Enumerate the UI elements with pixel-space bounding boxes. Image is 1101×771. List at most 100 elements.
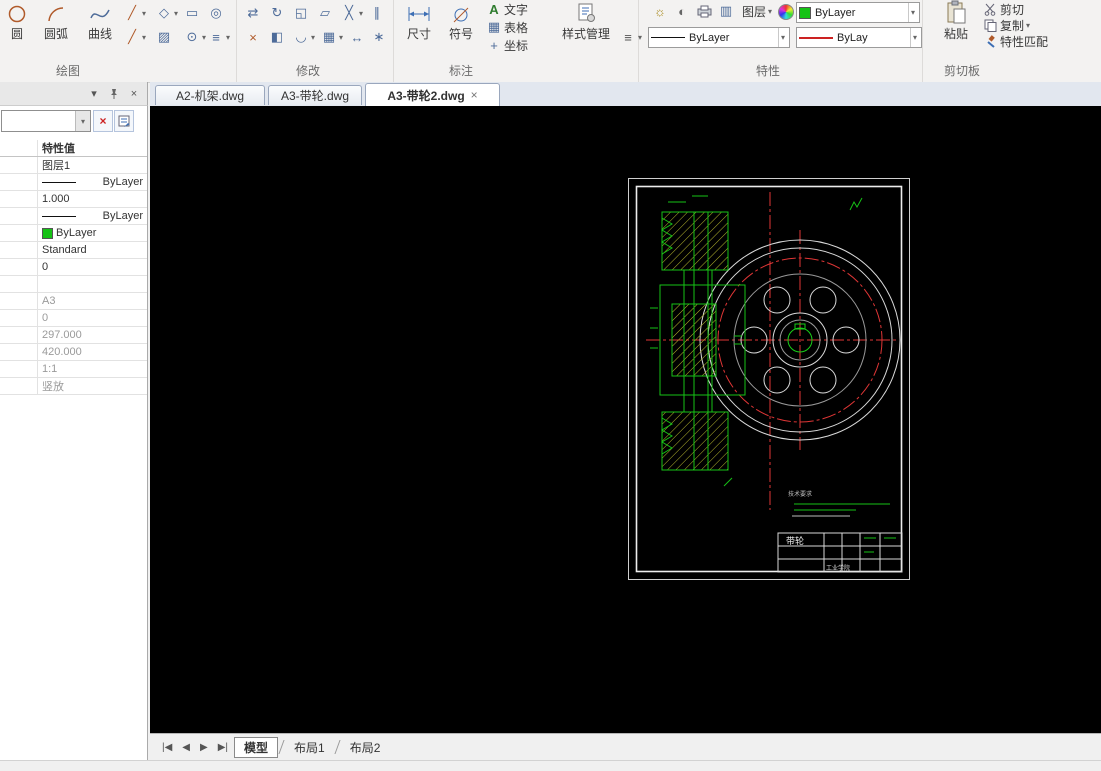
property-value-cell: ByLayer (38, 176, 147, 188)
linetype-control-combo[interactable]: ByLayer ▾ (648, 27, 790, 48)
last-tab-button[interactable]: ▶| (214, 742, 232, 753)
match-properties-button[interactable]: 特性匹配 (982, 32, 1048, 50)
doc-tab-a3-dailun2-active[interactable]: A3-带轮2.dwg × (365, 83, 500, 106)
property-row-lineweight[interactable]: ByLayer (0, 208, 147, 225)
spline-label: 曲线 (87, 27, 112, 41)
array-tool-button[interactable]: ▦ ▾ (321, 28, 343, 46)
fillet-icon: ◡ (295, 29, 307, 44)
style-manager-icon (576, 0, 596, 24)
dropdown-icon: ▾ (311, 32, 316, 42)
palette-dock-button[interactable]: ▾ (87, 87, 101, 101)
copy-tool-button[interactable]: ▱ (317, 4, 333, 22)
offset-tool-button[interactable]: ∥ (369, 4, 385, 22)
properties-group-label: 特性 (756, 64, 781, 78)
coordinate-label: 坐标 (504, 38, 529, 53)
dropdown-icon: ▾ (174, 8, 179, 18)
property-name-cell (0, 276, 38, 292)
properties-palette: ▾ × 特性值 图层1 ByLayer 1.000 ByLayer ByLaye… (0, 106, 148, 760)
spline-button[interactable]: 曲线 (80, 0, 120, 42)
stretch-tool-button[interactable]: ↔ (349, 28, 365, 46)
symbol-button[interactable]: 符号 (442, 0, 480, 42)
doc-tab-close-icon[interactable]: × (471, 88, 478, 102)
palette-pin-button[interactable] (107, 87, 121, 101)
text-icon: A (489, 1, 499, 17)
property-row-linetype[interactable]: ByLayer (0, 174, 147, 191)
property-row-linetype-scale[interactable]: 1.000 (0, 191, 147, 208)
rotate-tool-button[interactable]: ↻ (269, 4, 285, 22)
red-x-icon: × (99, 114, 107, 128)
paste-button[interactable]: 粘贴 (936, 0, 976, 42)
mirror-tool-button[interactable]: ◧ (269, 28, 285, 46)
style-manager-button[interactable]: 样式管理 (557, 0, 615, 42)
point-tool-button[interactable]: ⊙ ▾ (184, 28, 206, 46)
next-tab-button[interactable]: ▶ (196, 742, 212, 753)
doc-tab-a2-jijia[interactable]: A2-机架.dwg (155, 85, 265, 105)
property-row-style[interactable]: Standard (0, 242, 147, 259)
quick-select-button[interactable]: × (93, 110, 113, 132)
layer-dropdown-button[interactable]: 图层 ▾ (742, 2, 772, 20)
lineweight-value: ByLay (837, 31, 868, 44)
rectangle-tool-button[interactable]: ▭ (184, 4, 200, 22)
trim-icon: ╳ (345, 5, 353, 20)
more-draw-tools-button[interactable]: ≡ ▾ (208, 28, 230, 46)
property-row-scale[interactable]: 1:1 (0, 361, 147, 378)
property-row-width[interactable]: 297.000 (0, 327, 147, 344)
fillet-tool-button[interactable]: ◡ ▾ (293, 28, 315, 46)
table-tool-button[interactable]: ▦ 表格 (486, 18, 528, 36)
array-icon: ▦ (322, 29, 336, 44)
explode-tool-button[interactable]: ∗ (371, 28, 387, 46)
move-tool-button[interactable]: ⇄ (245, 4, 261, 22)
property-row-color[interactable]: ByLayer (0, 225, 147, 242)
property-row-layer[interactable]: 图层1 (0, 157, 147, 174)
colors-button[interactable] (778, 3, 794, 21)
erase-tool-button[interactable]: × (245, 28, 261, 46)
property-row-height[interactable]: 420.000 (0, 344, 147, 361)
palette-selection-row: ▾ × (0, 110, 148, 132)
donut-tool-button[interactable]: ◎ (208, 4, 224, 22)
lineweight-control-combo[interactable]: ByLay ▾ (796, 27, 922, 48)
polygon-tool-button[interactable]: ◇ ▾ (156, 4, 178, 22)
brush-icon (982, 33, 998, 49)
layout2-tab[interactable]: 布局2 (341, 738, 390, 757)
scale-tool-button[interactable]: ◱ (293, 4, 309, 22)
dropdown-icon: ▾ (142, 8, 147, 18)
model-tab[interactable]: 模型 (234, 736, 279, 758)
model-space-canvas[interactable]: 技术要求 带轮 工业学院 (150, 106, 1101, 733)
layer-freeze-button[interactable]: ◐ (674, 2, 690, 20)
linetype-value: ByLayer (689, 31, 730, 44)
select-objects-button[interactable] (114, 110, 134, 132)
layer-state-button[interactable]: ▥ (718, 2, 734, 20)
dropdown-icon: ▾ (142, 32, 147, 42)
property-row-orientation[interactable]: 竖放 (0, 378, 147, 395)
coordinate-tool-button[interactable]: + 坐标 (486, 36, 528, 54)
property-name-cell (0, 310, 38, 326)
property-value-cell: 0 (42, 261, 49, 273)
property-name-cell (0, 208, 38, 224)
doc-tab-a3-dailun[interactable]: A3-带轮.dwg (268, 85, 362, 105)
property-row-paper-size[interactable]: A3 (0, 293, 147, 310)
dropdown-icon: ▾ (909, 28, 919, 47)
plot-button[interactable] (696, 2, 712, 20)
color-control-combo[interactable]: ByLayer ▾ (796, 2, 920, 23)
palette-close-button[interactable]: × (127, 87, 141, 101)
layout1-tab[interactable]: 布局1 (285, 738, 334, 757)
object-type-combo[interactable]: ▾ (1, 110, 91, 132)
layer-on-button[interactable]: ☼ (652, 2, 668, 20)
construction-line-button[interactable]: ╱ ▾ (124, 28, 146, 46)
printer-icon (696, 3, 712, 19)
symbol-label: 符号 (448, 27, 473, 41)
property-row-margin[interactable]: 0 (0, 310, 147, 327)
trim-tool-button[interactable]: ╳ ▾ (341, 4, 363, 22)
circle-button[interactable]: 圆 (2, 0, 32, 42)
prev-tab-button[interactable]: ◀ (178, 742, 194, 753)
dimension-button[interactable]: 尺寸 (400, 0, 438, 42)
text-tool-button[interactable]: A 文字 (486, 0, 528, 18)
hatch-tool-button[interactable]: ▨ (156, 28, 172, 46)
rotate-icon: ↻ (271, 5, 283, 20)
property-row-thickness[interactable]: 0 (0, 259, 147, 276)
property-name-cell (0, 344, 38, 360)
color-value: ByLayer (815, 6, 856, 19)
arc-button[interactable]: 圆弧 (36, 0, 76, 42)
line-tool-button[interactable]: ╱ ▾ (124, 4, 146, 22)
first-tab-button[interactable]: |◀ (158, 742, 176, 753)
